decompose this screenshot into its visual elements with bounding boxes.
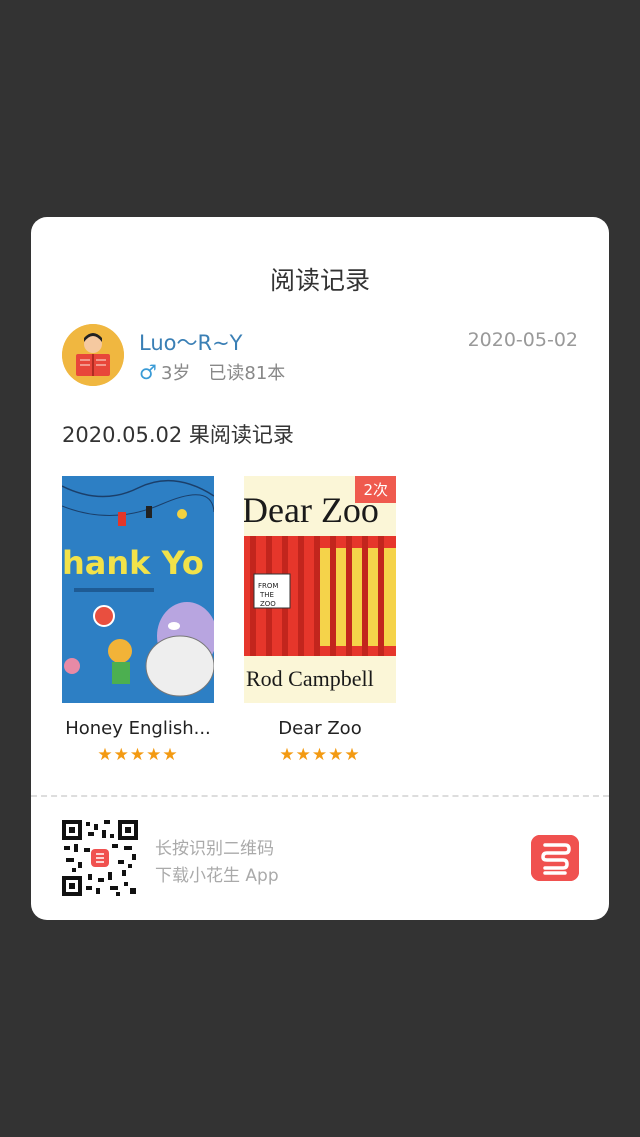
- card-title: 阅读记录: [269, 266, 370, 295]
- user-read-count: 已读81本: [208, 363, 286, 384]
- read-times-badge: 2次: [355, 476, 396, 503]
- avatar[interactable]: [62, 324, 124, 386]
- svg-text:FROM: FROM: [258, 582, 278, 590]
- cover-art-text: hank Yo: [62, 544, 204, 582]
- reading-record-card: 阅读记录 Luo～R~Y ♂ 3岁 已读81本 2020-05-02 2020.…: [31, 217, 609, 920]
- male-icon: ♂: [139, 360, 157, 384]
- book-cover[interactable]: Dear Zoo FROM THE ZOO Rod Campbell 2次: [244, 476, 396, 703]
- book-item[interactable]: hank Yo Honey English... ★★★★★: [62, 476, 214, 765]
- qr-hint-text: 长按识别二维码: [155, 839, 274, 859]
- xiaohuasheng-logo-icon: [531, 835, 579, 881]
- rating-stars: ★★★★★: [97, 745, 179, 765]
- book-cover[interactable]: hank Yo: [62, 476, 214, 703]
- rating-stars: ★★★★★: [279, 745, 361, 765]
- record-title: 2020.05.02 果阅读记录: [62, 423, 294, 447]
- svg-text:THE: THE: [259, 591, 274, 599]
- svg-text:ZOO: ZOO: [260, 600, 276, 608]
- cover-art-author: Rod Campbell: [246, 666, 374, 691]
- book-title: Honey English...: [65, 718, 211, 739]
- book-title: Dear Zoo: [278, 718, 362, 739]
- user-meta: ♂ 3岁 已读81本: [139, 359, 285, 385]
- user-age: 3岁: [160, 363, 191, 384]
- download-app-text: 下载小花生 App: [155, 866, 279, 886]
- book-item[interactable]: Dear Zoo FROM THE ZOO Rod Campbell 2次 De…: [244, 476, 396, 765]
- user-name[interactable]: Luo～R~Y: [139, 327, 243, 357]
- dashed-divider: [31, 795, 609, 797]
- record-date: 2020-05-02: [467, 329, 578, 351]
- qr-code-icon[interactable]: [62, 820, 138, 896]
